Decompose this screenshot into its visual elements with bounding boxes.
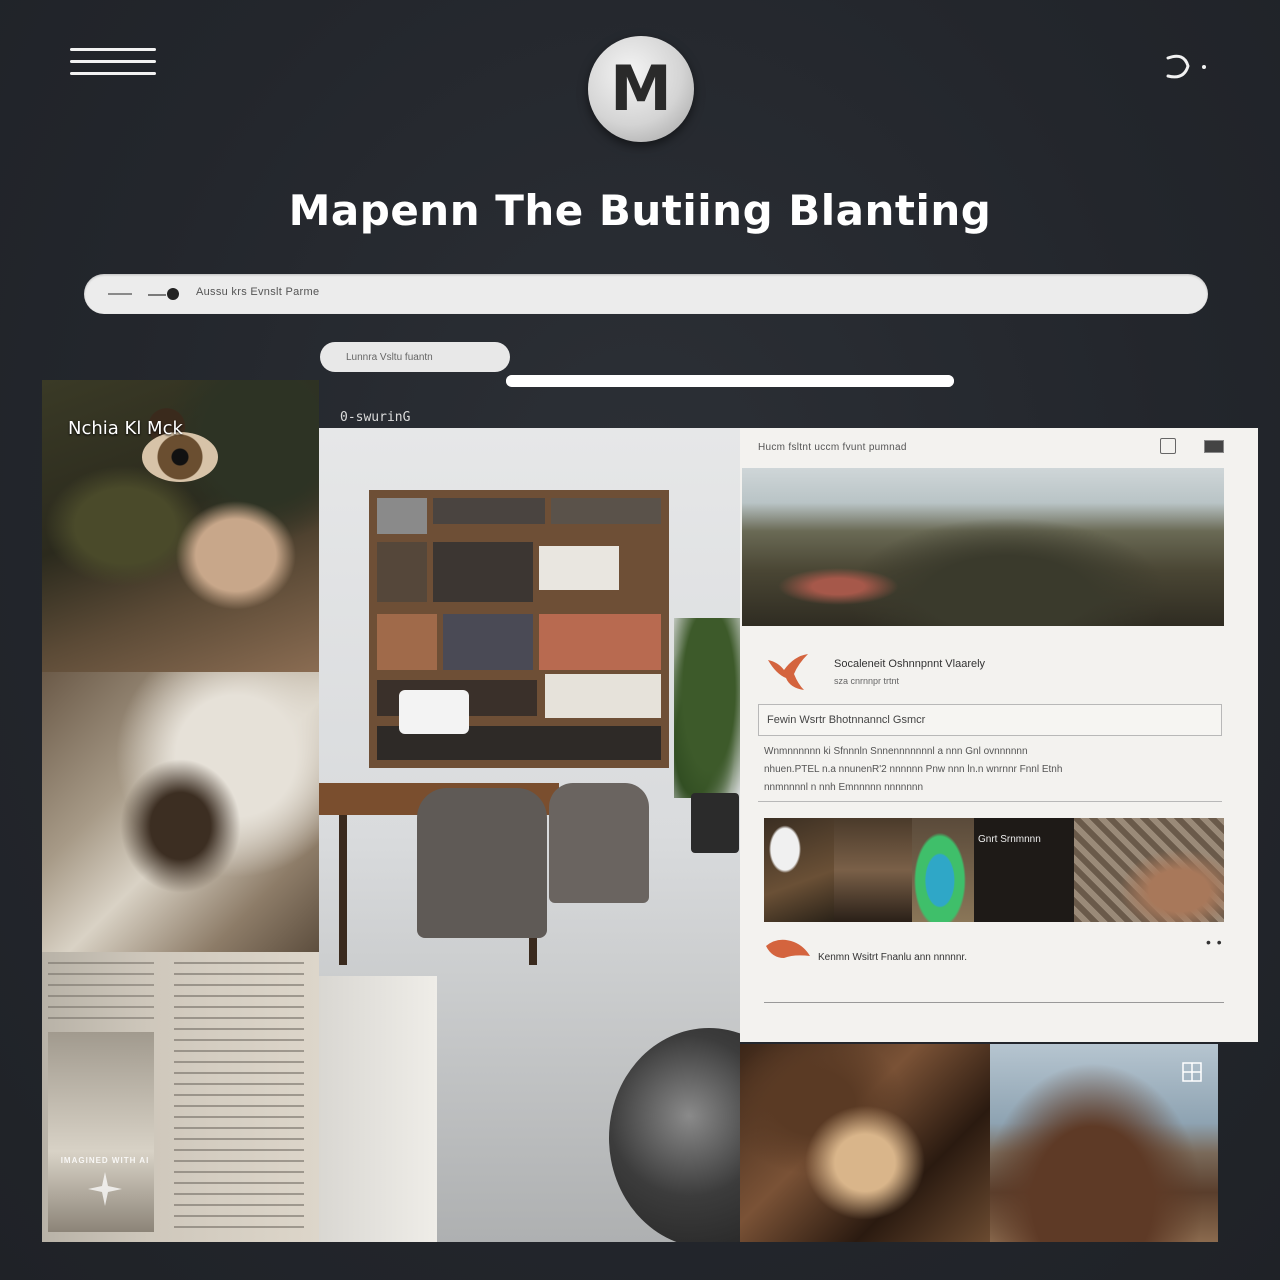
thumbnail[interactable] (764, 818, 834, 922)
pedestal (319, 976, 437, 1242)
chair (417, 788, 547, 938)
document-text-lines (174, 962, 304, 1232)
comment-text: Kenmn Wsitrt Fnanlu ann nnnnnr. (818, 952, 967, 963)
bird-icon (764, 650, 820, 694)
comment-input[interactable] (764, 988, 1224, 1003)
screen-icon[interactable] (1204, 440, 1224, 453)
post-title-input-value: Fewin Wsrtr Bhotnnanncl Gsmcr (767, 714, 926, 726)
window-icon[interactable] (1160, 438, 1176, 454)
menu-hamburger-icon[interactable] (70, 46, 158, 80)
app-page: M Mapenn The Butiing Blanting Aussu krs … (0, 0, 1280, 1280)
thumbnail-strip: Gnrt Srnmnnn (764, 818, 1224, 922)
thumbnail[interactable] (912, 818, 974, 922)
textarea-line: nhuen.PTEL n.a nnunenR'2 nnnnnn Pnw nnn … (764, 764, 1063, 775)
post-panel: Hucm fsltnt uccm fvunt pumnad Socaleneit… (740, 428, 1258, 1042)
panel-header: Hucm fsltnt uccm fvunt pumnad (758, 442, 907, 453)
thumbnail-caption: Gnrt Srnmnnn (978, 834, 1041, 845)
search-value: Aussu krs Evnslt Parme (196, 286, 320, 298)
search-dash-icon (108, 293, 132, 295)
desk-lamp (399, 690, 469, 734)
post-subtitle: sza cnrnnpr trtnt (834, 676, 900, 686)
page-title: Mapenn The Butiing Blanting (288, 186, 992, 235)
thumbnail[interactable] (834, 818, 912, 922)
watermark-text: IMAGINED WITH AI (60, 1156, 150, 1165)
thumbnail[interactable] (1074, 818, 1224, 922)
progress-track (506, 375, 954, 387)
left-collage: Nchia Kl Mck (42, 380, 319, 1242)
gallery-grid-icon[interactable] (1182, 1062, 1202, 1082)
account-icon[interactable] (1158, 50, 1210, 84)
interior-photo[interactable] (319, 428, 740, 1242)
eye-photo-detail (142, 432, 218, 482)
watermark-badge: IMAGINED WITH AI (50, 1110, 160, 1220)
landscape-photo[interactable] (742, 468, 1224, 626)
sphere-sculpture (609, 1028, 740, 1242)
textarea-line: nnmnnnnl n nnh Emnnnnn nnnnnnn (764, 782, 924, 793)
search-input[interactable]: Aussu krs Evnslt Parme (84, 274, 1208, 314)
rock-closeup-photo[interactable] (740, 1044, 990, 1242)
logo-letter: M (610, 52, 672, 125)
section-label: 0-swurinG (340, 410, 411, 425)
search-icon (146, 286, 180, 302)
fabric-photo[interactable] (42, 672, 319, 952)
textarea-line: Wnmnnnnnn ki Sfnnnln Snnennnnnnnl a nnn … (764, 746, 1028, 757)
post-body-textarea[interactable]: Wnmnnnnnn ki Sfnnnln Snnennnnnnnl a nnn … (758, 742, 1222, 802)
plant (674, 618, 740, 798)
sparkle-icon (88, 1172, 122, 1206)
filter-chip[interactable]: Lunnra Vsltu fuantn (320, 342, 510, 372)
brand-logo[interactable]: M (588, 36, 694, 142)
post-title: Socaleneit Oshnnpnnt Vlaarely (834, 658, 986, 670)
post-title-input[interactable]: Fewin Wsrtr Bhotnnanncl Gsmcr (758, 704, 1222, 736)
more-options-icon[interactable]: • • (1206, 934, 1223, 950)
bird-comment-icon (764, 936, 812, 962)
chair (549, 783, 649, 903)
document-text-lines (48, 962, 154, 1022)
progress-fill (506, 375, 954, 387)
collage-caption: Nchia Kl Mck (68, 418, 183, 439)
plant-pot (691, 793, 739, 853)
